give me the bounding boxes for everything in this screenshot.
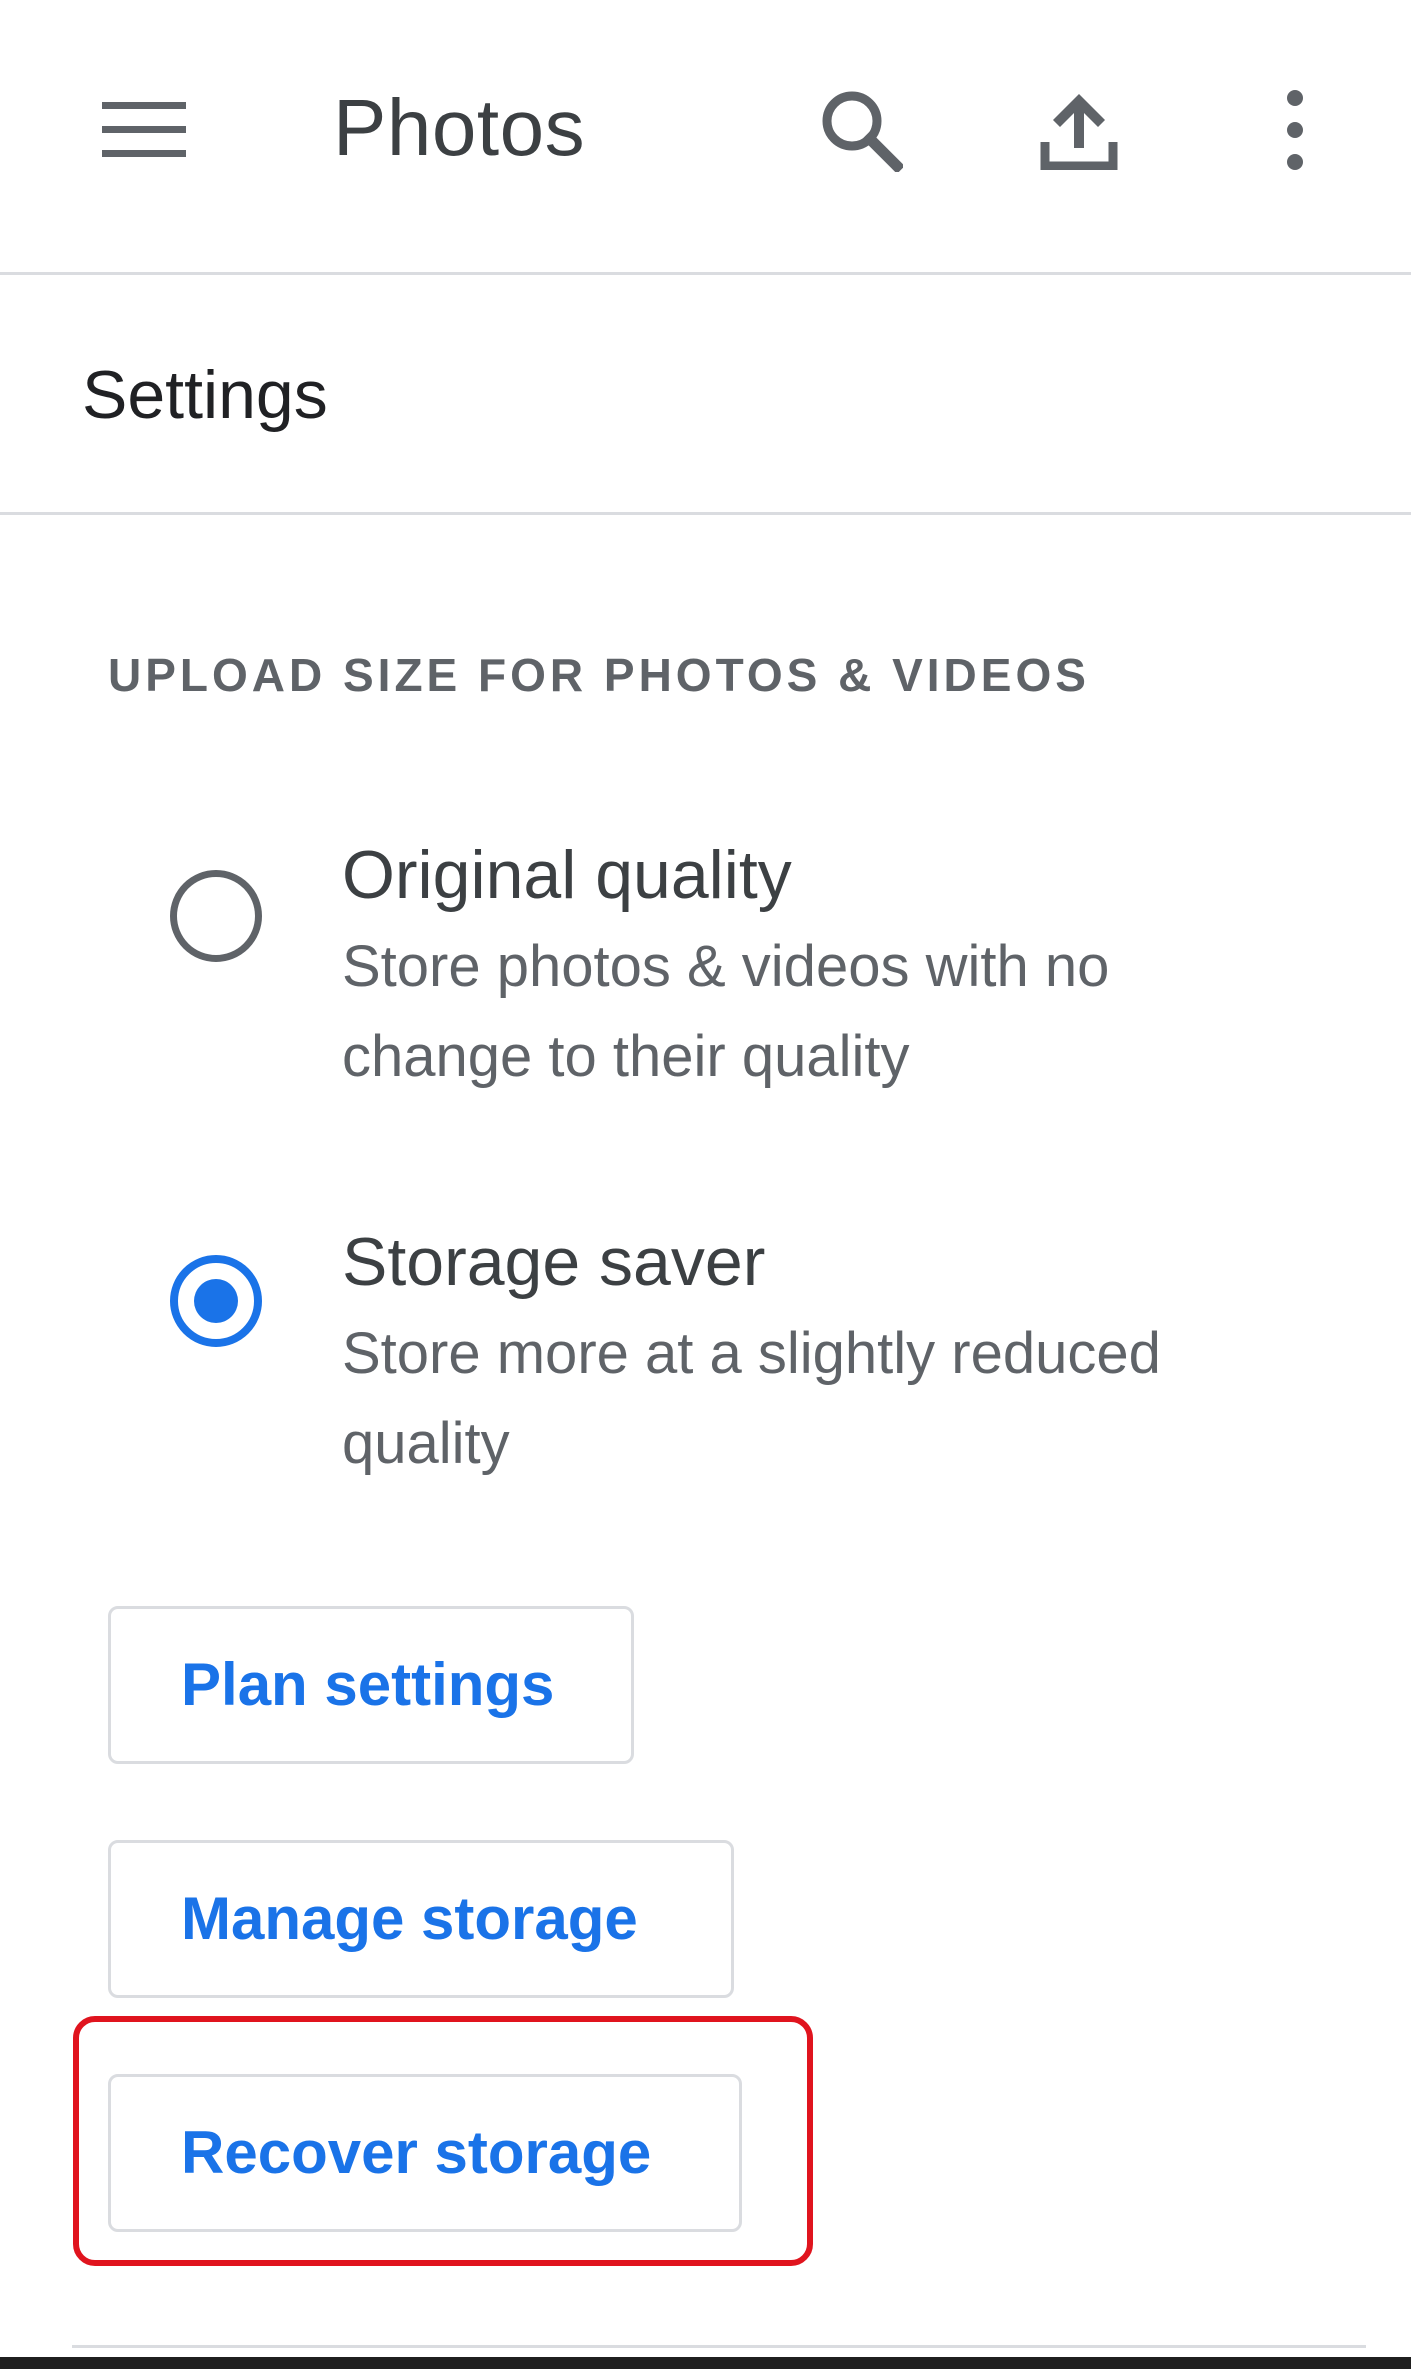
divider bbox=[72, 2345, 1366, 2348]
more-options-button[interactable] bbox=[1240, 75, 1350, 185]
storage-saver-text: Storage saver Store more at a slightly r… bbox=[342, 1217, 1342, 1489]
settings-header: Settings bbox=[0, 275, 1411, 515]
search-button[interactable] bbox=[806, 75, 916, 185]
upload-size-section-header: UPLOAD SIZE FOR PHOTOS & VIDEOS bbox=[108, 649, 1090, 701]
manage-storage-button[interactable]: Manage storage bbox=[108, 1840, 734, 1998]
upload-button[interactable] bbox=[1024, 75, 1134, 185]
radio-selected-dot bbox=[194, 1279, 238, 1323]
menu-button[interactable] bbox=[89, 75, 199, 185]
option-description-line: Store photos & videos with no bbox=[342, 934, 1110, 999]
option-label: Original quality bbox=[342, 837, 792, 913]
option-description: Store photos & videos with no change to … bbox=[342, 922, 1342, 1102]
original-quality-text: Original quality Store photos & videos w… bbox=[342, 830, 1342, 1102]
original-quality-radio[interactable] bbox=[170, 870, 262, 962]
storage-saver-radio[interactable] bbox=[170, 1255, 262, 1347]
option-label: Storage saver bbox=[342, 1224, 766, 1300]
plan-settings-button[interactable]: Plan settings bbox=[108, 1606, 634, 1764]
option-description-line: quality bbox=[342, 1411, 510, 1476]
menu-icon bbox=[102, 102, 186, 157]
highlight-annotation-box bbox=[73, 2016, 813, 2266]
search-icon bbox=[822, 91, 903, 172]
option-description-line: change to their quality bbox=[342, 1024, 910, 1089]
system-nav-bar bbox=[0, 2357, 1411, 2369]
upload-icon bbox=[1040, 94, 1118, 170]
more-vert-icon bbox=[1287, 90, 1303, 170]
page-title: Settings bbox=[82, 357, 328, 433]
storage-saver-option[interactable]: Storage saver Store more at a slightly r… bbox=[0, 1217, 1411, 1517]
app-bar: Photos bbox=[0, 0, 1411, 275]
original-quality-option[interactable]: Original quality Store photos & videos w… bbox=[0, 830, 1411, 1130]
option-description: Store more at a slightly reduced quality bbox=[342, 1309, 1342, 1489]
app-title: Photos bbox=[333, 83, 586, 172]
option-description-line: Store more at a slightly reduced bbox=[342, 1321, 1161, 1386]
